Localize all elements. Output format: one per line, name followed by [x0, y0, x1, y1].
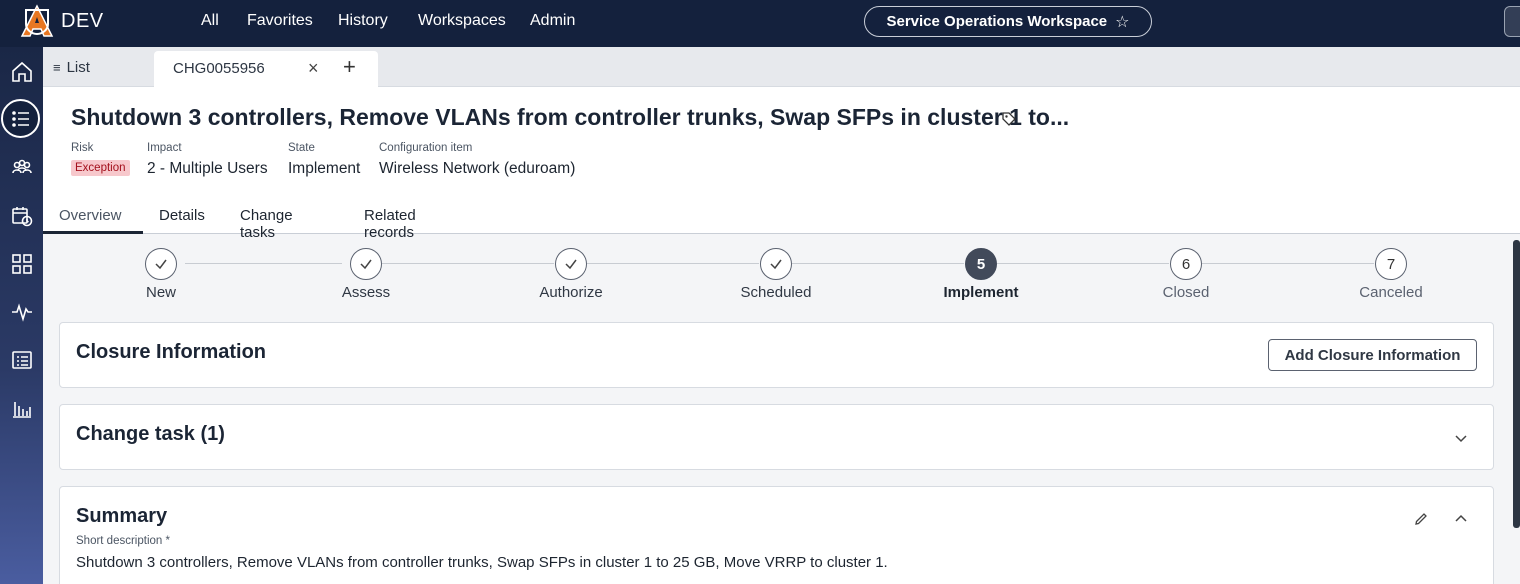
step-new-check-icon — [145, 248, 177, 280]
step-label: Scheduled — [740, 284, 812, 301]
ci-field: Configuration item Wireless Network (edu… — [379, 142, 575, 178]
short-description-label: Short description * — [76, 535, 170, 547]
nav-all[interactable]: All — [201, 12, 219, 30]
step-label-current: Implement — [943, 284, 1019, 301]
state-field: State Implement — [288, 142, 360, 178]
state-label: State — [288, 142, 315, 154]
risk-label: Risk — [71, 142, 94, 154]
step-closed-number: 6 — [1170, 248, 1202, 280]
left-rail — [0, 47, 43, 584]
nav-favorites[interactable]: Favorites — [247, 12, 313, 30]
stepper-connector — [185, 263, 342, 264]
chevron-down-icon[interactable] — [1453, 430, 1469, 446]
closure-info-card: Closure Information Add Closure Informat… — [59, 322, 1494, 388]
step-label: New — [145, 284, 177, 301]
pencil-icon[interactable] — [1413, 511, 1429, 527]
short-description-value[interactable]: Shutdown 3 controllers, Remove VLANs fro… — [76, 554, 888, 571]
change-task-title: Change task (1) — [76, 423, 225, 445]
calendar-clock-icon[interactable] — [7, 201, 36, 230]
risk-field: Risk Exception — [71, 142, 130, 176]
star-icon[interactable]: ☆ — [1115, 12, 1129, 32]
state-stepper: 5 6 7 New Assess Authorize Scheduled Imp… — [43, 234, 1513, 322]
ci-label: Configuration item — [379, 142, 473, 154]
record-list-icon[interactable] — [7, 345, 36, 374]
closure-info-title: Closure Information — [76, 341, 267, 363]
stepper-connector — [587, 263, 759, 264]
summary-card: Summary Short description * Shutdown 3 c… — [59, 486, 1494, 584]
add-closure-info-button[interactable]: Add Closure Information — [1268, 339, 1477, 371]
apps-grid-icon[interactable] — [7, 249, 36, 278]
stepper-connector — [1202, 263, 1374, 264]
stepper-connector — [382, 263, 554, 264]
impact-field: Impact 2 - Multiple Users — [147, 142, 268, 178]
analytics-bars-icon[interactable] — [7, 393, 36, 422]
scrollbar[interactable] — [1513, 240, 1520, 528]
activity-pulse-icon[interactable] — [7, 297, 36, 326]
nav-history[interactable]: History — [338, 12, 388, 30]
top-nav-bar: DEV All Favorites History Workspaces Adm… — [0, 0, 1520, 47]
step-label: Canceled — [1359, 284, 1423, 301]
close-icon[interactable]: × — [308, 58, 319, 79]
step-authorize-check-icon — [555, 248, 587, 280]
home-icon[interactable] — [7, 57, 36, 86]
impact-label: Impact — [147, 142, 182, 154]
step-canceled-number: 7 — [1375, 248, 1407, 280]
stepper-connector — [997, 263, 1169, 264]
ci-link[interactable]: Wireless Network (eduroam) — [379, 160, 575, 178]
step-scheduled-check-icon — [760, 248, 792, 280]
record-tab-label: CHG0055956 — [173, 60, 265, 77]
list-tab[interactable]: ≡ List — [53, 59, 90, 76]
stepper-connector — [792, 263, 964, 264]
step-implement-number: 5 — [965, 248, 997, 280]
record-header: Shutdown 3 controllers, Remove VLANs fro… — [43, 87, 1520, 241]
impact-value: 2 - Multiple Users — [147, 160, 268, 177]
workspace-switcher[interactable]: Service Operations Workspace ☆ — [864, 6, 1152, 37]
search-button[interactable] — [1504, 6, 1520, 37]
workspace-label: Service Operations Workspace — [886, 13, 1108, 30]
workspace-tab-strip: ≡ List CHG0055956 × + — [43, 47, 1520, 87]
summary-title: Summary — [76, 505, 168, 527]
instance-label: DEV — [61, 10, 104, 32]
record-title: Shutdown 3 controllers, Remove VLANs fro… — [71, 104, 1070, 130]
tab-details[interactable]: Details — [159, 207, 205, 224]
hamburger-icon: ≡ — [53, 60, 61, 75]
risk-badge: Exception — [71, 160, 130, 176]
groups-icon[interactable] — [7, 153, 36, 182]
step-label: Closed — [1162, 284, 1210, 301]
change-task-card[interactable]: Change task (1) — [59, 404, 1494, 470]
list-tab-label: List — [66, 59, 90, 76]
auburn-logo-icon[interactable] — [18, 4, 56, 38]
chevron-up-icon[interactable] — [1453, 511, 1469, 527]
tag-icon[interactable] — [1001, 111, 1017, 127]
new-tab-icon[interactable]: + — [343, 54, 356, 80]
step-assess-check-icon — [350, 248, 382, 280]
tab-overview[interactable]: Overview — [59, 207, 122, 224]
list-icon[interactable] — [1, 99, 40, 138]
step-label: Assess — [341, 284, 391, 301]
step-label: Authorize — [539, 284, 603, 301]
nav-workspaces[interactable]: Workspaces — [418, 12, 506, 30]
state-value: Implement — [288, 160, 361, 177]
nav-admin[interactable]: Admin — [530, 12, 575, 30]
